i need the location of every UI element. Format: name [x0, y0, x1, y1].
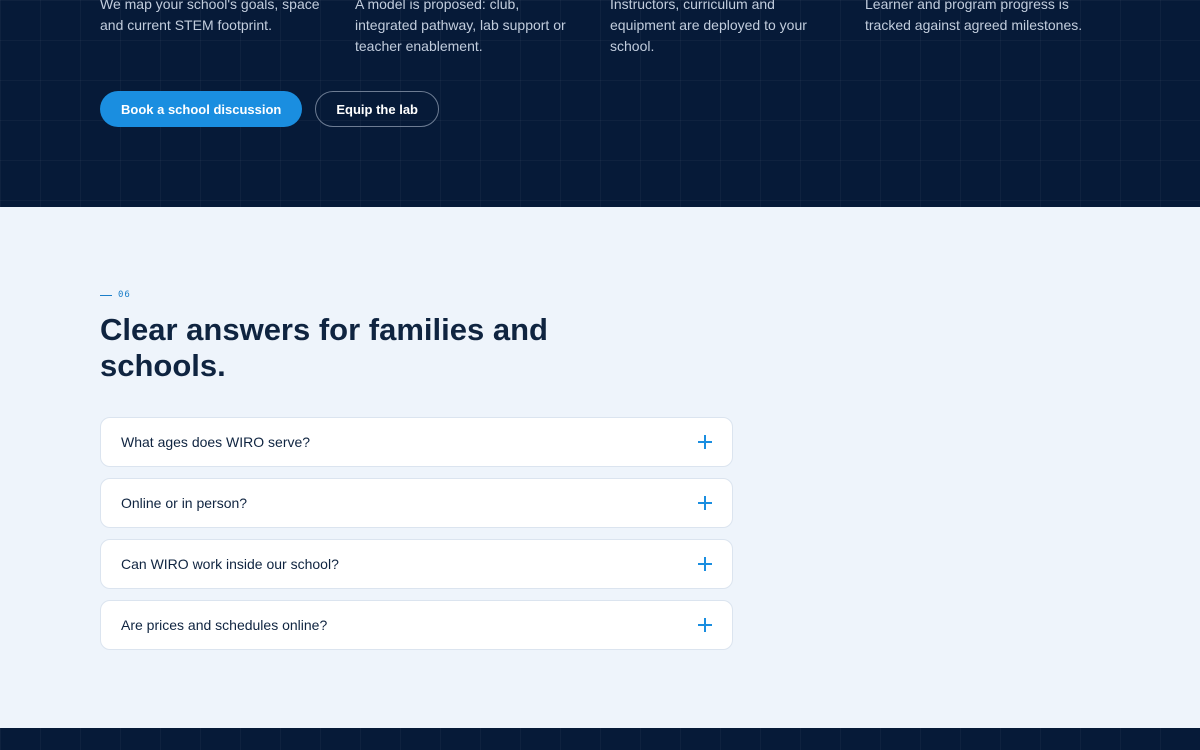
cta-group: Book a school discussion Equip the lab — [100, 91, 439, 127]
faq-question: Are prices and schedules online? — [121, 617, 328, 633]
process-step-3: Instructors, curriculum and equipment ar… — [610, 0, 807, 54]
faq-title: Clear answers for families and schools. — [100, 312, 548, 383]
plus-icon[interactable] — [698, 435, 712, 449]
faq-item-school[interactable]: Can WIRO work inside our school? — [100, 539, 733, 589]
faq-item-online[interactable]: Online or in person? — [100, 478, 733, 528]
process-steps: We map your school's goals, space and cu… — [100, 0, 1120, 57]
faq-question: What ages does WIRO serve? — [121, 434, 311, 450]
faq-question: Online or in person? — [121, 495, 248, 511]
grid-background — [0, 728, 1200, 750]
process-step-4: Learner and program progress is tracked … — [865, 0, 1083, 33]
faq-item-prices[interactable]: Are prices and schedules online? — [100, 600, 733, 650]
book-school-discussion-button[interactable]: Book a school discussion — [100, 91, 303, 127]
eyebrow-number: 06 — [118, 290, 131, 300]
faq-item-ages[interactable]: What ages does WIRO serve? — [100, 417, 733, 467]
faq-list: What ages does WIRO serve? Online or in … — [100, 417, 733, 650]
footer-band — [0, 728, 1200, 750]
equip-lab-button[interactable]: Equip the lab — [315, 91, 439, 127]
process-step-2: A model is proposed: club, integrated pa… — [355, 0, 566, 54]
plus-icon[interactable] — [698, 557, 712, 571]
eyebrow-dash — [100, 294, 112, 296]
faq-question: Can WIRO work inside our school? — [121, 556, 339, 572]
plus-icon[interactable] — [698, 496, 712, 510]
process-section: We map your school's goals, space and cu… — [0, 0, 1200, 207]
process-step-1: We map your school's goals, space and cu… — [100, 0, 320, 33]
plus-icon[interactable] — [698, 618, 712, 632]
section-eyebrow: 06 — [100, 290, 131, 300]
